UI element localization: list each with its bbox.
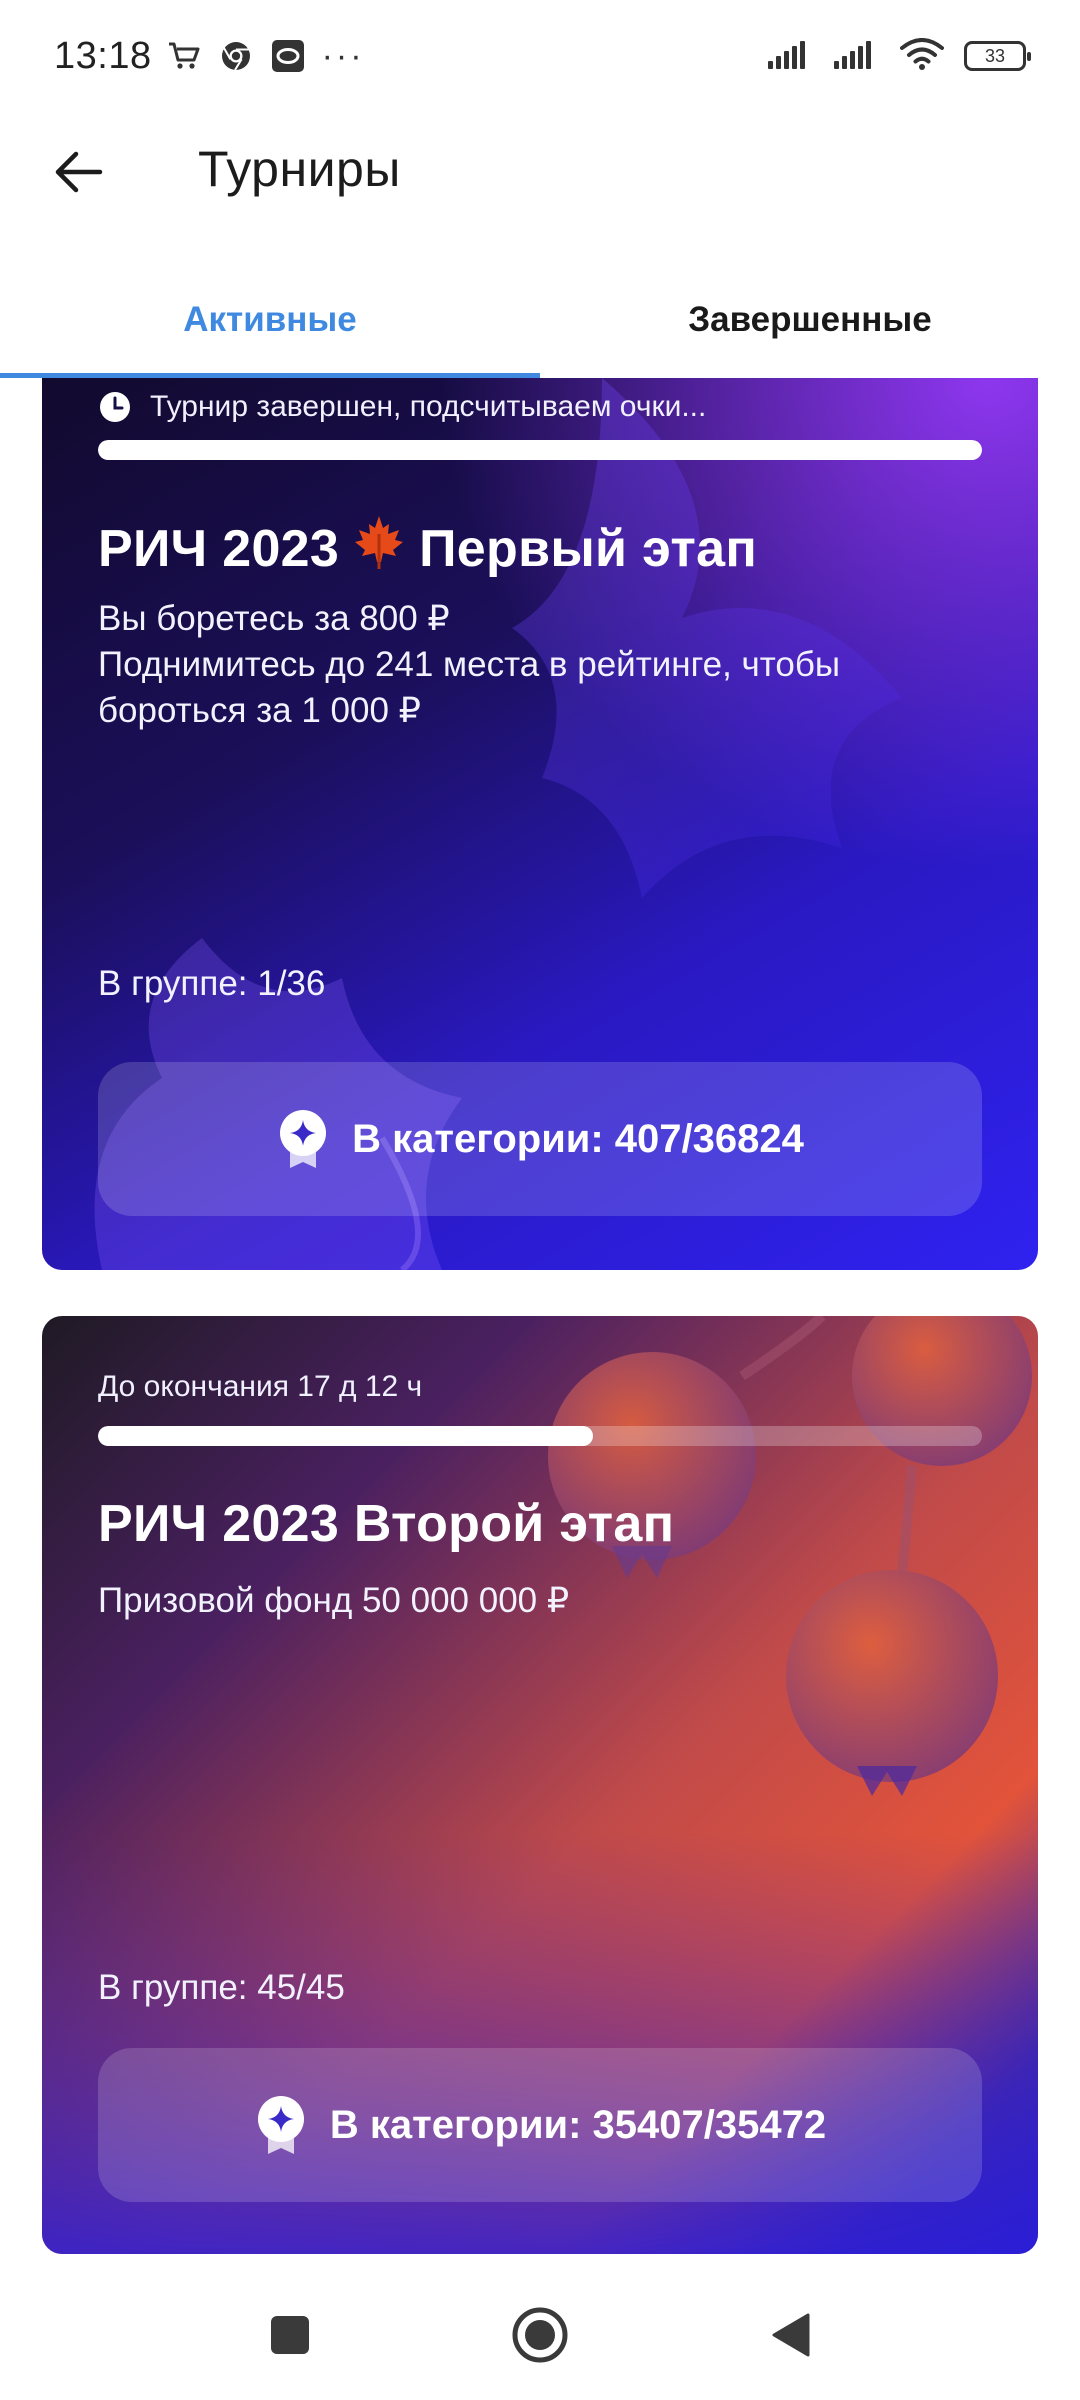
medal-icon (257, 2096, 304, 2154)
category-text: В категории: 35407/35472 (329, 2102, 827, 2147)
arrow-left-icon (55, 151, 103, 193)
clock-icon (100, 392, 130, 422)
card-status-text: Турнир завершен, подсчитываем очки... (150, 390, 707, 423)
app-header: Турниры (0, 112, 1080, 232)
card-status: Турнир завершен, подсчитываем очки... (98, 390, 706, 424)
back-button[interactable] (42, 136, 114, 208)
tab-finished[interactable]: Завершенные (540, 262, 1080, 378)
card-description: Вы боретесь за 800 ₽ Поднимитесь до 241 … (98, 596, 840, 734)
recents-icon (271, 2316, 309, 2354)
status-time: 13:18 (54, 34, 152, 77)
card-title-part2: Первый этап (419, 519, 758, 578)
signal-icon (768, 39, 814, 74)
card-title-part1: РИЧ 2023 (98, 519, 340, 578)
tabs: Активные Завершенные (0, 262, 1080, 378)
cart-icon (166, 38, 202, 74)
rating-line: Поднимитесь до 241 места в рейтинге, что… (98, 645, 841, 684)
card-description: Призовой фонд 50 000 000 ₽ (98, 1578, 569, 1624)
category-button[interactable]: В категории: 35407/35472 (98, 2048, 982, 2202)
medal-icon (280, 1110, 327, 1168)
notification-icons (166, 38, 306, 74)
maple-leaf-icon (353, 514, 405, 583)
recents-button[interactable] (255, 2300, 325, 2370)
tab-active[interactable]: Активные (0, 262, 540, 378)
group-position: В группе: 1/36 (98, 964, 326, 1003)
home-icon (512, 2307, 568, 2363)
card-title: РИЧ 2023 Второй этап (98, 1495, 675, 1553)
chrome-icon (218, 38, 254, 74)
signal-icon (834, 39, 880, 74)
card-status-text: До окончания 17 д 12 ч (98, 1370, 423, 1403)
system-icons: 33 (768, 37, 1031, 75)
progress-fill (98, 440, 982, 460)
card-status: До окончания 17 д 12 ч (98, 1370, 422, 1404)
card-title: РИЧ 2023 Первый этап (98, 514, 757, 583)
progress-bar (98, 1426, 982, 1446)
status-bar: 13:18 ··· 33 (0, 0, 1080, 112)
back-icon (772, 2313, 810, 2357)
progress-fill (98, 1426, 594, 1446)
prize-fund-line: Призовой фонд 50 000 000 ₽ (98, 1581, 570, 1620)
group-position: В группе: 45/45 (98, 1968, 345, 2007)
category-button[interactable]: В категории: 407/36824 (98, 1062, 982, 1216)
wifi-icon (900, 37, 944, 75)
battery-icon: 33 (964, 41, 1031, 71)
messenger-icon (270, 38, 306, 74)
progress-bar (98, 440, 982, 460)
nav-back-button[interactable] (755, 2300, 825, 2370)
system-navigation-bar (0, 2270, 1080, 2400)
tournament-card-1[interactable]: Турнир завершен, подсчитываем очки... РИ… (42, 378, 1038, 1270)
prize-line: Вы боретесь за 800 ₽ (98, 599, 450, 638)
home-button[interactable] (505, 2300, 575, 2370)
tournament-card-2[interactable]: До окончания 17 д 12 ч РИЧ 2023 Второй э… (42, 1316, 1038, 2254)
page-title: Турниры (198, 141, 401, 197)
more-notifications: ··· (321, 36, 365, 75)
category-text: В категории: 407/36824 (352, 1116, 804, 1161)
rating-line-2: бороться за 1 000 ₽ (98, 691, 421, 730)
